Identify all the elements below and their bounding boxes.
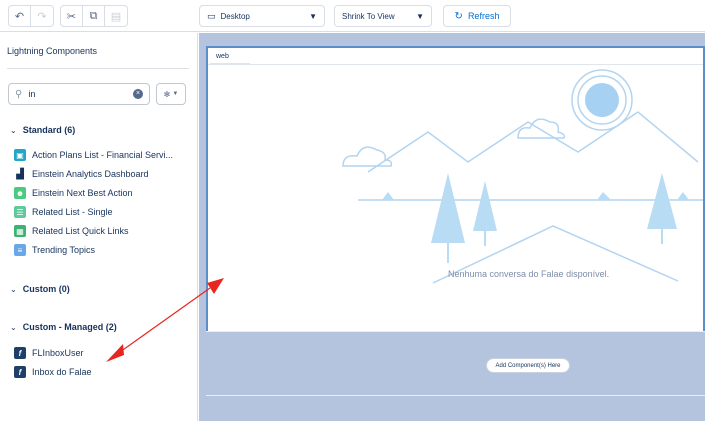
undo-icon: ↶ <box>14 10 25 23</box>
component-item[interactable]: f Inbox do Falae <box>14 366 92 378</box>
component-label: Inbox do Falae <box>32 367 92 377</box>
chevron-down-icon: ▼ <box>309 11 317 21</box>
section-standard-label: Standard (6) <box>22 125 76 135</box>
history-buttons: ↶ ↷ <box>8 5 54 27</box>
gear-icon: ✻ <box>163 89 171 99</box>
component-item[interactable]: ≡ Trending Topics <box>14 244 95 256</box>
section-standard[interactable]: ⌄ Standard (6) <box>10 125 75 135</box>
page-canvas: web Nenhuma conversa do Falae disponível… <box>199 33 705 421</box>
clear-icon[interactable]: × <box>133 89 143 99</box>
panel-title: Lightning Components <box>7 46 98 56</box>
divider <box>7 68 189 69</box>
empty-state-message: Nenhuma conversa do Falae disponível. <box>448 269 610 279</box>
component-item[interactable]: ▣ Action Plans List - Financial Servi... <box>14 149 173 161</box>
redo-icon: ↷ <box>37 10 47 23</box>
topics-icon: ≡ <box>14 244 26 256</box>
chevron-down-icon: ▼ <box>416 11 424 21</box>
component-item[interactable]: f FLInboxUser <box>14 347 84 359</box>
undo-button[interactable]: ↶ <box>9 6 31 26</box>
settings-menu-button[interactable]: ✻ ▼ <box>156 83 186 105</box>
component-label: Trending Topics <box>32 245 96 255</box>
quick-links-icon: ▦ <box>14 225 26 237</box>
copy-icon: ⧉ <box>89 9 98 22</box>
component-item[interactable]: ☰ Related List - Single <box>14 206 113 218</box>
component-item[interactable]: ▦ Related List Quick Links <box>14 225 129 237</box>
device-select[interactable]: ▭ Desktop ▼ <box>199 5 325 27</box>
component-label: Action Plans List - Financial Servi... <box>32 150 174 160</box>
chevron-down-icon: ▼ <box>172 91 179 97</box>
cut-button[interactable]: ✂ <box>61 6 83 26</box>
analytics-icon: ▟ <box>16 168 24 180</box>
component-label: Related List - Single <box>32 207 113 217</box>
lightning-component-icon: f <box>14 366 26 378</box>
search-value: in <box>28 89 36 99</box>
component-item[interactable]: ☻ Einstein Next Best Action <box>14 187 133 199</box>
action-plans-icon: ▣ <box>14 149 26 161</box>
paste-button[interactable]: ▤ <box>105 6 127 26</box>
component-label: Einstein Next Best Action <box>32 188 133 198</box>
section-custom-label: Custom (0) <box>22 284 70 294</box>
search-icon: ⚲ <box>15 88 23 100</box>
section-custom-managed[interactable]: ⌄ Custom - Managed (2) <box>10 322 117 332</box>
cut-icon: ✂ <box>66 10 77 23</box>
paste-icon: ▤ <box>110 10 122 23</box>
search-input[interactable]: ⚲ in × <box>8 83 150 105</box>
chevron-down-icon: ⌄ <box>10 322 17 332</box>
section-managed-label: Custom - Managed (2) <box>22 322 117 332</box>
component-item[interactable]: ▟ Einstein Analytics Dashboard <box>14 168 149 180</box>
einstein-icon: ☻ <box>14 187 26 199</box>
refresh-icon: ↻ <box>454 10 463 22</box>
view-select-value: Shrink To View <box>342 11 395 21</box>
clipboard-buttons: ✂ ⧉ ▤ <box>60 5 128 27</box>
copy-button[interactable]: ⧉ <box>83 6 105 26</box>
builder-toolbar: ↶ ↷ ✂ ⧉ ▤ ▭ Desktop ▼ Shrink To View ▼ ↻… <box>0 0 705 32</box>
add-component-button[interactable]: Add Component(s) Here <box>486 358 570 373</box>
redo-button[interactable]: ↷ <box>31 6 53 26</box>
related-list-icon: ☰ <box>14 206 26 218</box>
refresh-button[interactable]: ↻ Refresh <box>443 5 511 27</box>
lightning-component-icon: f <box>14 347 26 359</box>
chevron-down-icon: ⌄ <box>10 125 17 135</box>
chevron-down-icon: ⌄ <box>10 284 17 294</box>
refresh-label: Refresh <box>467 11 500 21</box>
components-panel: Lightning Components ⚲ in × ✻ ▼ ⌄ Standa… <box>0 33 198 421</box>
component-frame[interactable]: web Nenhuma conversa do Falae disponível… <box>206 46 705 334</box>
desktop-icon: ▭ <box>207 10 216 21</box>
component-label: Related List Quick Links <box>32 226 129 236</box>
component-label: Einstein Analytics Dashboard <box>32 169 149 179</box>
section-custom[interactable]: ⌄ Custom (0) <box>10 284 70 294</box>
drop-zone[interactable] <box>206 331 705 396</box>
view-select[interactable]: Shrink To View ▼ <box>334 5 432 27</box>
empty-state-illustration <box>342 69 703 284</box>
component-label: FLInboxUser <box>32 348 84 358</box>
device-select-value: Desktop <box>220 11 250 21</box>
